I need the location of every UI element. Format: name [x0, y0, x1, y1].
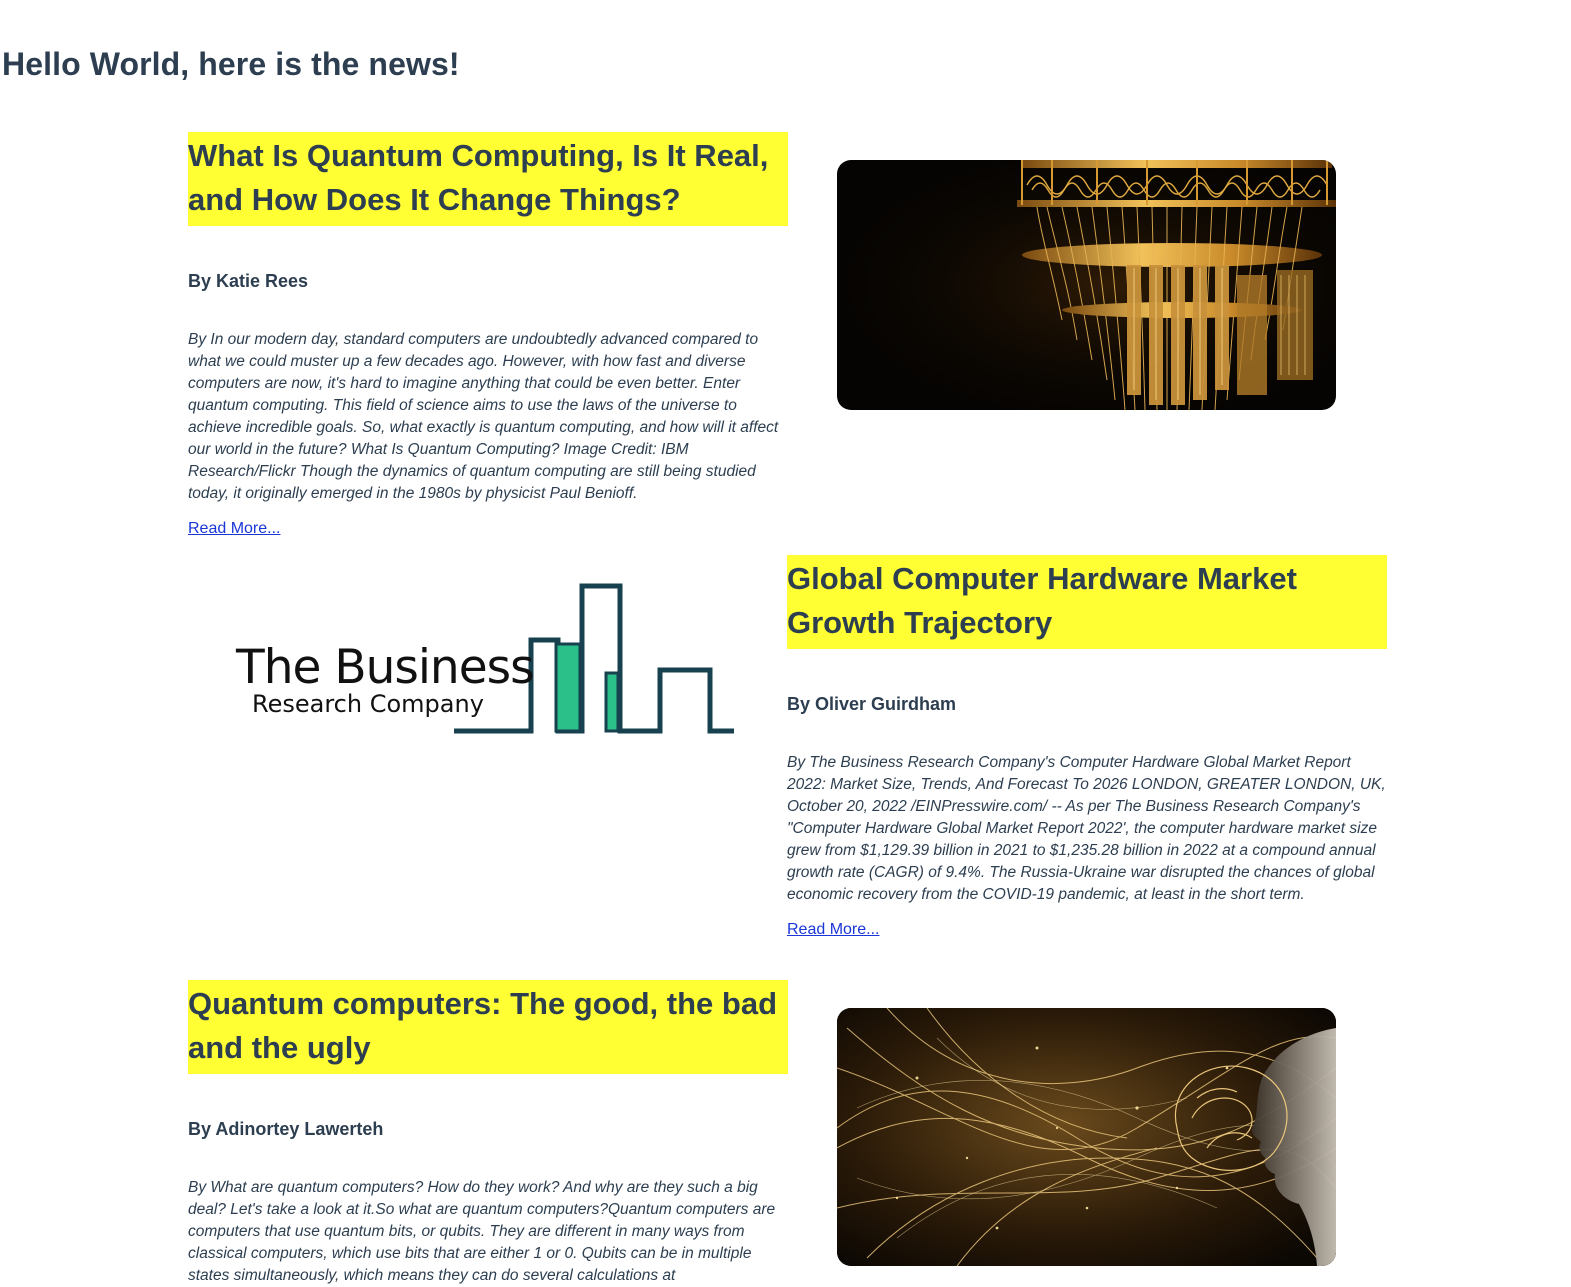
- article-title: Global Computer Hardware Market Growth T…: [787, 555, 1387, 649]
- article-media-column: The Business Research Company: [188, 555, 788, 955]
- logo-line-2: Research Company: [252, 690, 484, 718]
- quantum-chandelier-graphic: [837, 160, 1336, 410]
- article-title: Quantum computers: The good, the bad and…: [188, 980, 788, 1074]
- logo-line-1: The Business: [236, 640, 535, 695]
- read-more-link[interactable]: Read More...: [787, 921, 879, 939]
- page-title: Hello World, here is the news!: [2, 46, 460, 82]
- article-text-column: What Is Quantum Computing, Is It Real, a…: [188, 132, 788, 538]
- quantum-computer-image: [837, 160, 1336, 410]
- article-author: By Katie Rees: [188, 271, 309, 291]
- business-research-company-logo: The Business Research Company: [236, 583, 736, 735]
- article-summary: By The Business Research Company's Compu…: [787, 754, 1386, 903]
- article-author: By Oliver Guirdham: [787, 694, 957, 714]
- article-card: The Business Research Company Global Com…: [188, 555, 1388, 965]
- article-title: What Is Quantum Computing, Is It Real, a…: [188, 132, 788, 226]
- article-summary: By What are quantum computers? How do th…: [188, 1179, 776, 1284]
- article-author: By Adinortey Lawerteh: [188, 1119, 384, 1139]
- golden-network-graphic: [837, 1008, 1336, 1266]
- article-summary: By In our modern day, standard computers…: [188, 331, 779, 502]
- article-text-column: Quantum computers: The good, the bad and…: [188, 980, 788, 1287]
- article-text-column: Global Computer Hardware Market Growth T…: [787, 555, 1387, 939]
- read-more-link[interactable]: Read More...: [188, 520, 280, 538]
- article-card: Quantum computers: The good, the bad and…: [188, 980, 1388, 1284]
- golden-ai-face-image: [837, 1008, 1336, 1266]
- article-card: What Is Quantum Computing, Is It Real, a…: [188, 132, 1388, 542]
